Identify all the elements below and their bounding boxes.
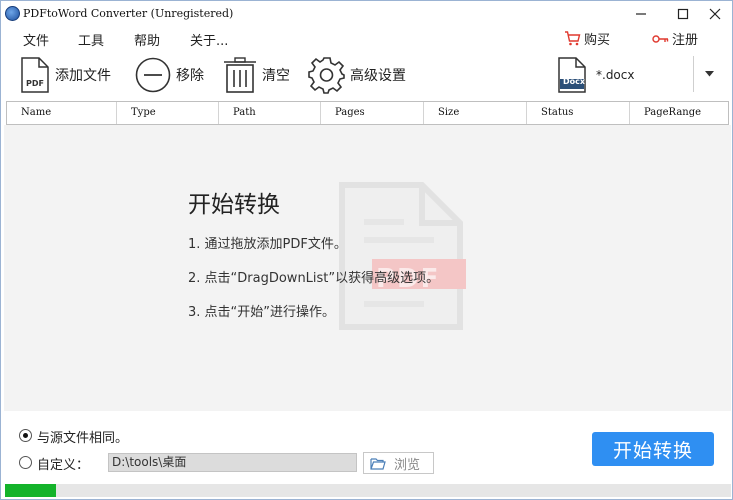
docx-badge-label: Docx — [562, 77, 586, 86]
format-divider — [693, 56, 694, 92]
docx-file-icon — [558, 57, 586, 93]
format-dropdown-button[interactable] — [699, 56, 719, 92]
menu-help[interactable]: 帮助 — [134, 30, 160, 49]
app-logo-icon — [5, 6, 20, 21]
close-button[interactable] — [695, 1, 732, 27]
register-link[interactable]: 注册 — [652, 29, 698, 48]
chevron-down-icon — [704, 71, 714, 77]
app-window: PDFtoWord Converter (Unregistered) 文件 工具… — [0, 0, 733, 500]
custom-path-label[interactable]: 自定义： — [37, 454, 89, 473]
advanced-settings-button[interactable]: 高级设置 — [308, 56, 406, 94]
menu-tools[interactable]: 工具 — [78, 30, 104, 49]
browse-label: 浏览 — [394, 457, 421, 473]
file-drop-area[interactable]: PDF 开始转换 1. 通过拖放添加PDF文件。 2. 点击“DragDownL… — [4, 125, 731, 411]
progress-fill — [5, 484, 56, 497]
browse-button[interactable]: 浏览 — [363, 452, 434, 474]
register-label: 注册 — [672, 33, 699, 48]
guide-title: 开始转换 — [188, 192, 280, 218]
pdf-watermark-icon — [339, 182, 466, 330]
file-table-header: Name Type Path Pages Size Status PageRan… — [6, 101, 729, 125]
add-files-button[interactable]: PDF 添加文件 — [19, 56, 111, 94]
column-size[interactable]: Size — [424, 102, 527, 124]
menu-bar: 文件 工具 帮助 关于... 购买 注册 — [1, 27, 732, 51]
buy-label: 购买 — [584, 33, 611, 48]
trash-icon — [224, 57, 256, 93]
svg-text:PDF: PDF — [26, 79, 44, 88]
menu-about[interactable]: 关于... — [190, 30, 228, 49]
output-path-field[interactable]: D:\tools\桌面 — [108, 453, 357, 472]
folder-icon — [370, 457, 386, 470]
start-convert-button[interactable]: 开始转换 — [592, 432, 714, 466]
column-status[interactable]: Status — [527, 102, 630, 124]
clear-button[interactable]: 清空 — [222, 56, 290, 94]
remove-icon — [135, 57, 171, 93]
add-pdf-file-icon: PDF — [21, 57, 49, 93]
guide-step-3: 3. 点击“开始”进行操作。 — [188, 305, 336, 320]
window-title: PDFtoWord Converter (Unregistered) — [23, 7, 234, 20]
guide-step-1: 1. 通过拖放添加PDF文件。 — [188, 237, 347, 252]
custom-path-radio[interactable] — [19, 456, 32, 469]
same-as-source-label[interactable]: 与源文件相同。 — [37, 427, 128, 446]
column-name[interactable]: Name — [7, 102, 117, 124]
buy-link[interactable]: 购买 — [564, 29, 610, 48]
close-icon — [709, 8, 721, 20]
key-icon — [652, 34, 669, 43]
same-as-source-radio[interactable] — [19, 429, 32, 442]
guide-step-2: 2. 点击“DragDownList”以获得高级选项。 — [188, 271, 440, 286]
column-pages[interactable]: Pages — [321, 102, 424, 124]
output-format-value: *.docx — [596, 68, 635, 82]
column-type[interactable]: Type — [117, 102, 219, 124]
minimize-icon — [636, 13, 646, 15]
progress-bar — [5, 484, 731, 497]
maximize-icon — [677, 8, 689, 20]
clear-label: 清空 — [262, 68, 290, 84]
menu-file[interactable]: 文件 — [23, 30, 49, 49]
advanced-settings-label: 高级设置 — [350, 68, 406, 84]
gear-icon — [308, 57, 345, 94]
shopping-cart-icon — [565, 31, 581, 46]
title-bar: PDFtoWord Converter (Unregistered) — [1, 1, 732, 27]
remove-button[interactable]: 移除 — [134, 56, 204, 94]
column-page-range[interactable]: PageRange — [630, 102, 728, 124]
toolbar: PDF 添加文件 移除 清空 高级设置 Docx *.docx — [1, 52, 732, 98]
output-options-panel: 与源文件相同。 自定义： D:\tools\桌面 浏览 开始转换 — [1, 411, 732, 499]
add-files-label: 添加文件 — [55, 68, 111, 84]
column-path[interactable]: Path — [219, 102, 321, 124]
remove-label: 移除 — [176, 68, 204, 84]
output-format-selector[interactable]: Docx *.docx — [556, 54, 694, 96]
minimize-button[interactable] — [621, 1, 661, 27]
